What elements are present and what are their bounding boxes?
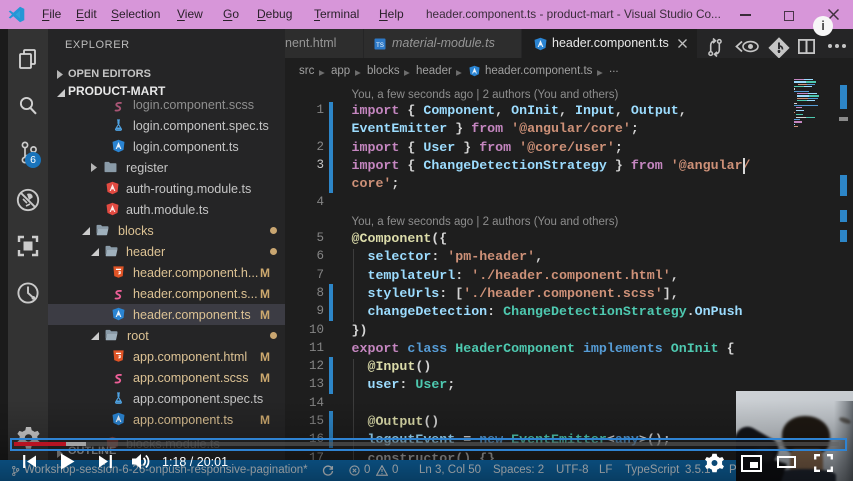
svg-text:TS: TS	[376, 43, 384, 49]
